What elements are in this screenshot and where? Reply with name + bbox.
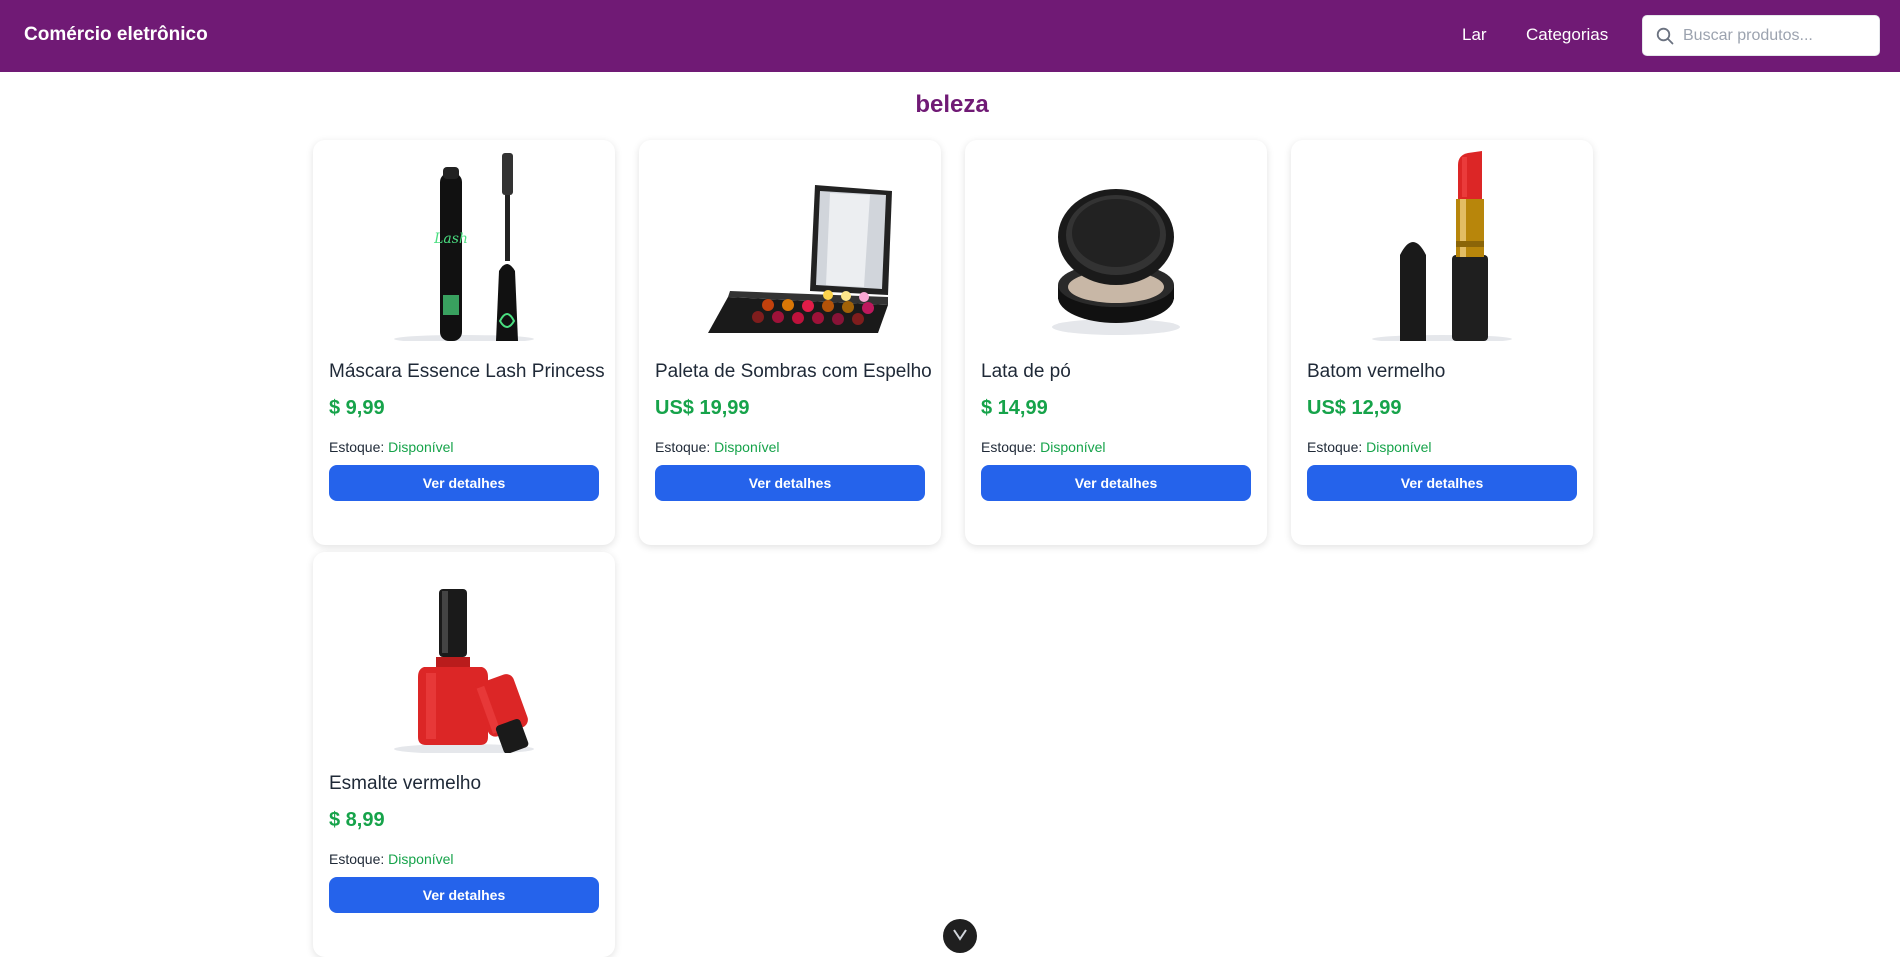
product-image[interactable] [639, 140, 941, 341]
nav-link-home[interactable]: Lar [1462, 25, 1487, 45]
floating-scroll-button[interactable] [943, 919, 977, 953]
product-name: Batom vermelho [1307, 361, 1446, 382]
product-image[interactable] [1291, 140, 1593, 341]
product-card: Lash Máscara Essence Lash Princess $ 9,9… [313, 140, 615, 545]
svg-text:Lash: Lash [433, 231, 468, 247]
stock-status: Disponível [1366, 439, 1432, 455]
search-box [1642, 15, 1880, 56]
chevron-down-icon [953, 929, 967, 941]
stock-info: Estoque: Disponível [655, 439, 780, 455]
stock-info: Estoque: Disponível [1307, 439, 1432, 455]
search-input[interactable] [1683, 16, 1873, 55]
view-details-button[interactable]: Ver detalhes [329, 465, 599, 501]
stock-label: Estoque: [981, 439, 1037, 455]
red-lipstick-icon [1372, 151, 1512, 341]
stock-status: Disponível [388, 851, 454, 867]
view-details-button[interactable]: Ver detalhes [655, 465, 925, 501]
nav-link-categories[interactable]: Categorias [1526, 25, 1608, 45]
stock-status: Disponível [714, 439, 780, 455]
product-price: $ 8,99 [329, 809, 385, 831]
page-title: beleza [915, 91, 989, 118]
product-name: Paleta de Sombras com Espelho [655, 361, 932, 382]
stock-label: Estoque: [1307, 439, 1363, 455]
product-card: Esmalte vermelho $ 8,99 Estoque: Disponí… [313, 552, 615, 957]
stock-status: Disponível [1040, 439, 1106, 455]
view-details-button[interactable]: Ver detalhes [329, 877, 599, 913]
product-card: Batom vermelho US$ 12,99 Estoque: Dispon… [1291, 140, 1593, 545]
view-details-button[interactable]: Ver detalhes [1307, 465, 1577, 501]
product-image[interactable]: Lash [313, 140, 615, 341]
stock-status: Disponível [388, 439, 454, 455]
product-image[interactable] [313, 552, 615, 753]
stock-info: Estoque: Disponível [329, 439, 454, 455]
stock-label: Estoque: [329, 439, 385, 455]
stock-info: Estoque: Disponível [981, 439, 1106, 455]
red-nail-polish-icon [394, 589, 534, 753]
stock-info: Estoque: Disponível [329, 851, 454, 867]
eyeshadow-palette-icon [708, 185, 892, 333]
product-image[interactable] [965, 140, 1267, 341]
product-price: $ 9,99 [329, 397, 385, 419]
product-name: Lata de pó [981, 361, 1071, 382]
product-name: Máscara Essence Lash Princess [329, 361, 605, 382]
view-details-button[interactable]: Ver detalhes [981, 465, 1251, 501]
brand-logo[interactable]: Comércio eletrônico [24, 24, 208, 46]
stock-label: Estoque: [655, 439, 711, 455]
powder-compact-icon [1052, 189, 1180, 335]
navbar: Comércio eletrônico Lar Categorias [0, 0, 1900, 72]
product-price: US$ 19,99 [655, 397, 750, 419]
stock-label: Estoque: [329, 851, 385, 867]
product-name: Esmalte vermelho [329, 773, 482, 794]
product-card: Paleta de Sombras com Espelho US$ 19,99 … [639, 140, 941, 545]
search-icon [1656, 27, 1674, 45]
mascara-icon: Lash [394, 153, 534, 341]
product-price: US$ 12,99 [1307, 397, 1402, 419]
product-price: $ 14,99 [981, 397, 1048, 419]
product-card: Lata de pó $ 14,99 Estoque: Disponível V… [965, 140, 1267, 545]
